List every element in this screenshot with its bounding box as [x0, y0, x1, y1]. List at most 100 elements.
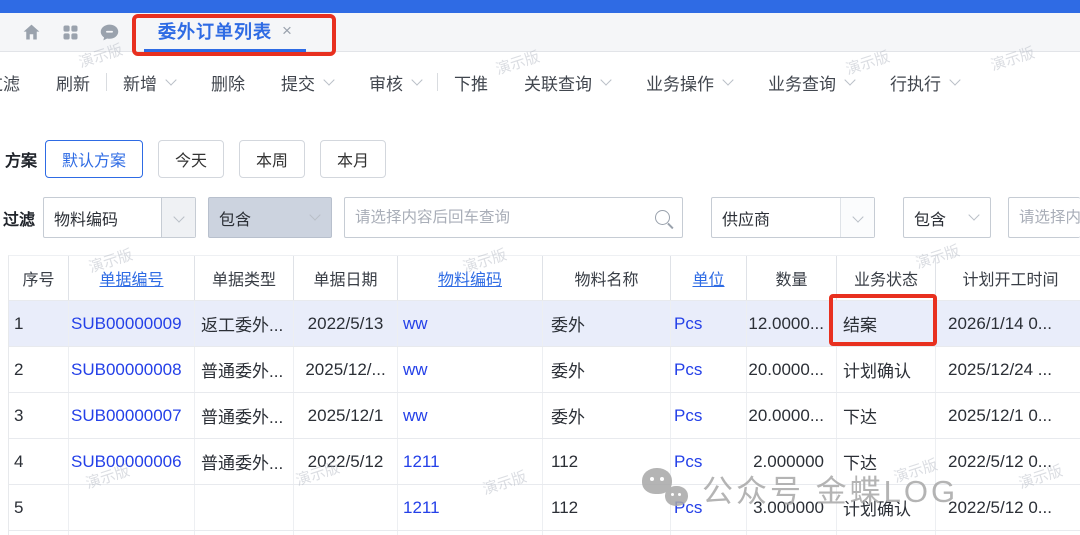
- table-cell[interactable]: Pcs: [671, 439, 747, 484]
- filter-field-select-2[interactable]: 供应商: [711, 197, 875, 238]
- column-header-物料编码[interactable]: 物料编码: [398, 256, 543, 300]
- table-row-partial: [9, 531, 1080, 535]
- cell-link[interactable]: SUB00000008: [71, 360, 182, 380]
- toolbar-button-业务查询[interactable]: 业务查询: [768, 70, 854, 95]
- table-cell: [671, 531, 747, 535]
- cell-link[interactable]: Pcs: [674, 406, 702, 426]
- filter-input-2[interactable]: [1008, 197, 1080, 238]
- tab-outsourcing-order-list[interactable]: 委外订单列表 ×: [144, 13, 306, 52]
- column-header-单位[interactable]: 单位: [671, 256, 747, 300]
- cell-link[interactable]: Pcs: [674, 452, 702, 472]
- filter-search-box-1[interactable]: [344, 197, 683, 238]
- table-cell[interactable]: SUB00000006: [69, 439, 195, 484]
- toolbar-button-行执行[interactable]: 行执行: [890, 70, 959, 95]
- toolbar-button-label: 提交: [281, 70, 315, 95]
- column-header-label: 业务状态: [854, 266, 918, 290]
- table-row[interactable]: 4SUB00000006普通委外...2022/5/121211112Pcs2.…: [9, 439, 1080, 485]
- filter-field-select-1[interactable]: 物料编码: [43, 197, 196, 238]
- cell-text: 5: [14, 498, 23, 518]
- scheme-button-本周[interactable]: 本周: [239, 140, 305, 178]
- cell-link[interactable]: SUB00000009: [71, 314, 182, 334]
- toolbar-button-关联查询[interactable]: 关联查询: [524, 70, 610, 95]
- toolbar-button-刷新[interactable]: 刷新: [56, 70, 90, 95]
- filter-operator-select-2[interactable]: 包含: [903, 197, 991, 238]
- table-cell: [747, 531, 837, 535]
- filter-op-2-value: 包含: [904, 206, 964, 230]
- column-header-物料名称[interactable]: 物料名称: [543, 256, 671, 300]
- toolbar-button-删除[interactable]: 删除: [211, 70, 245, 95]
- filter-label: 过滤: [3, 206, 35, 230]
- table-cell: 委外: [543, 301, 671, 346]
- table-cell[interactable]: Pcs: [671, 301, 747, 346]
- table-cell[interactable]: ww: [398, 347, 543, 392]
- toolbar-button-下推[interactable]: 下推: [454, 70, 488, 95]
- cell-link[interactable]: ww: [403, 406, 428, 426]
- column-header-序号[interactable]: 序号: [9, 256, 69, 300]
- table-cell[interactable]: SUB00000007: [69, 393, 195, 438]
- toolbar-button-label: 下推: [454, 70, 488, 95]
- apps-grid-icon[interactable]: [59, 21, 81, 43]
- home-icon[interactable]: [20, 21, 42, 43]
- filter-op-1-value: 包含: [209, 206, 305, 230]
- cell-link[interactable]: ww: [403, 360, 428, 380]
- search-input[interactable]: [345, 209, 655, 227]
- column-header-单据日期[interactable]: 单据日期: [294, 256, 398, 300]
- table-cell: 2025/12/...: [294, 347, 398, 392]
- cell-text: 2: [14, 360, 23, 380]
- toolbar-button-提交[interactable]: 提交: [281, 70, 333, 95]
- cell-text: 普通委外...: [201, 357, 283, 382]
- filter-row: 过滤 物料编码 包含 供应商 包含: [0, 197, 1080, 238]
- tab-label: 委外订单列表: [158, 18, 272, 44]
- table-cell[interactable]: 1211: [398, 485, 543, 530]
- cell-link[interactable]: ww: [403, 314, 428, 334]
- table-row[interactable]: 1SUB00000009返工委外...2022/5/13ww委外Pcs12.00…: [9, 301, 1080, 347]
- column-header-label: 计划开工时间: [962, 266, 1058, 290]
- column-header-业务状态[interactable]: 业务状态: [837, 256, 936, 300]
- table-row[interactable]: 2SUB00000008普通委外...2025/12/...ww委外Pcs20.…: [9, 347, 1080, 393]
- cell-text: 2022/5/12 0...: [948, 498, 1052, 518]
- table-cell[interactable]: SUB00000009: [69, 301, 195, 346]
- table-cell: 结案: [837, 301, 936, 346]
- table-cell[interactable]: Pcs: [671, 347, 747, 392]
- cell-text: 20.0000...: [748, 360, 824, 380]
- chevron-down-icon: [600, 74, 611, 85]
- cell-link[interactable]: Pcs: [674, 314, 702, 334]
- toolbar-button-新增[interactable]: 新增: [123, 70, 175, 95]
- cell-text: 结案: [843, 311, 877, 336]
- cell-link[interactable]: 1211: [403, 498, 440, 518]
- column-header-单据类型[interactable]: 单据类型: [195, 256, 294, 300]
- table-row[interactable]: 51211112Pcs3.000000计划确认2022/5/12 0...: [9, 485, 1080, 531]
- table-cell[interactable]: Pcs: [671, 485, 747, 530]
- column-header-计划开工时间[interactable]: 计划开工时间: [936, 256, 1080, 300]
- cell-text: 2025/12/1 0...: [948, 406, 1052, 426]
- scheme-button-本月[interactable]: 本月: [320, 140, 386, 178]
- column-header-单据编号[interactable]: 单据编号: [69, 256, 195, 300]
- chevron-down-icon: [722, 74, 733, 85]
- cell-text: 计划确认: [843, 357, 911, 382]
- filter-operator-select-1[interactable]: 包含: [208, 197, 332, 238]
- cell-text: 4: [14, 452, 23, 472]
- table-row[interactable]: 3SUB00000007普通委外...2025/12/1ww委外Pcs20.00…: [9, 393, 1080, 439]
- toolbar-button-审核[interactable]: 审核: [369, 70, 421, 95]
- scheme-button-今天[interactable]: 今天: [158, 140, 224, 178]
- table-cell[interactable]: SUB00000008: [69, 347, 195, 392]
- tab-close-icon[interactable]: ×: [282, 22, 292, 39]
- toolbar-button-过滤[interactable]: 过滤: [0, 70, 20, 95]
- cell-link[interactable]: Pcs: [674, 360, 702, 380]
- table-cell[interactable]: ww: [398, 393, 543, 438]
- column-header-数量[interactable]: 数量: [747, 256, 837, 300]
- cell-link[interactable]: 1211: [403, 452, 440, 472]
- table-cell[interactable]: Pcs: [671, 393, 747, 438]
- cell-link[interactable]: Pcs: [674, 498, 702, 518]
- message-bubble-icon[interactable]: [98, 21, 120, 43]
- toolbar-button-业务操作[interactable]: 业务操作: [646, 70, 732, 95]
- cell-text: 2022/5/13: [308, 314, 384, 334]
- scheme-button-默认方案[interactable]: 默认方案: [45, 140, 143, 178]
- filter-field-1-value: 物料编码: [44, 206, 161, 230]
- cell-link[interactable]: SUB00000007: [71, 406, 182, 426]
- table-cell[interactable]: ww: [398, 301, 543, 346]
- table-cell: 下达: [837, 439, 936, 484]
- table-cell[interactable]: 1211: [398, 439, 543, 484]
- filter-input-2-field[interactable]: [1009, 209, 1080, 227]
- cell-link[interactable]: SUB00000006: [71, 452, 182, 472]
